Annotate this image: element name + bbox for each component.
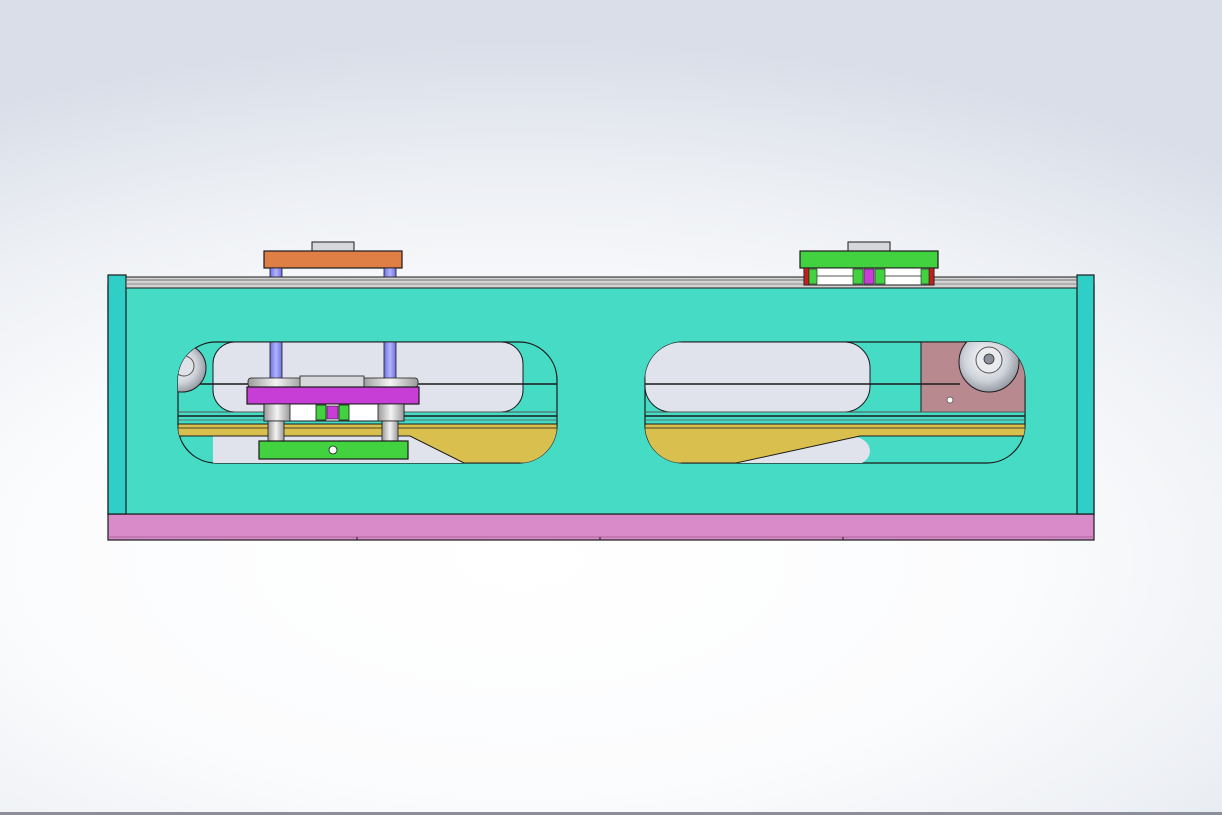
carriage-left-top-plate — [263, 250, 403, 269]
machine-drawing — [107, 241, 1095, 541]
end-cap-right — [1076, 274, 1095, 515]
window-right — [644, 341, 1026, 464]
end-cap-left — [107, 274, 127, 515]
base-plate — [107, 513, 1095, 541]
carriage-right — [799, 241, 939, 286]
lift-plate — [246, 386, 420, 405]
carriage-left — [263, 241, 403, 278]
carriage-right-top-plate — [799, 250, 939, 269]
cad-viewport — [0, 0, 1222, 815]
